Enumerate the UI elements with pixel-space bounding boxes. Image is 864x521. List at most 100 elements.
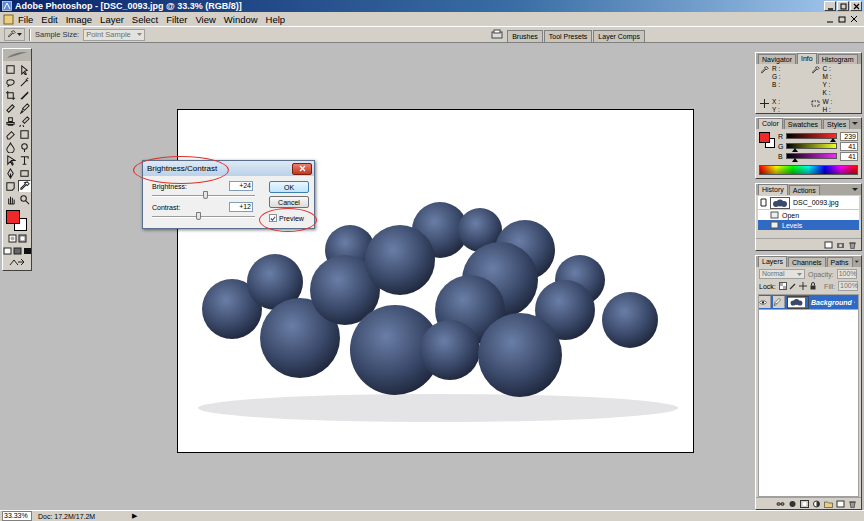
foreground-color-swatch[interactable] (759, 132, 770, 143)
palette-tab[interactable]: Actions (789, 185, 820, 195)
doc-restore-icon[interactable] (838, 15, 847, 24)
blend-mode-select[interactable]: Normal (759, 269, 805, 279)
sample-size-select[interactable]: Point Sample (83, 29, 145, 41)
palette-well-tab[interactable]: Layer Comps (593, 30, 645, 42)
dialog-button[interactable]: Cancel (269, 196, 309, 208)
palette-tab[interactable]: Channels (788, 257, 826, 267)
palette-well-tab[interactable]: Tool Presets (544, 30, 593, 42)
layer-mask-icon[interactable] (800, 500, 809, 508)
palette-well-tab[interactable]: Brushes (507, 30, 543, 42)
trash-icon[interactable] (848, 241, 857, 249)
history-source-icon[interactable] (760, 198, 767, 207)
camera-icon[interactable] (836, 241, 845, 249)
menu-item[interactable]: Image (62, 14, 96, 25)
channel-value[interactable]: 41 (840, 142, 858, 151)
palette-tab[interactable]: Histogram (818, 54, 858, 64)
opacity-input[interactable]: 100% (837, 269, 857, 279)
channel-value[interactable]: 41 (840, 152, 858, 161)
tool-button[interactable] (4, 63, 17, 75)
folder-icon[interactable] (824, 500, 833, 508)
fill-input[interactable]: 100% (838, 281, 858, 291)
palette-menu-icon[interactable] (851, 120, 859, 128)
checkbox[interactable] (269, 214, 277, 222)
palette-tab[interactable]: Styles (823, 119, 850, 129)
color-ramp[interactable] (759, 165, 858, 175)
layer-style-icon[interactable] (788, 500, 797, 508)
history-snapshot[interactable]: DSC_0093.jpg (758, 196, 859, 210)
doc-minimize-icon[interactable] (826, 15, 835, 24)
layer-row[interactable]: Background (759, 295, 858, 310)
doc-close-icon[interactable] (850, 15, 859, 24)
lock-transparency-icon[interactable] (779, 282, 787, 290)
screen-mode-button[interactable] (23, 245, 32, 255)
palette-tab[interactable]: Navigator (758, 54, 796, 64)
history-state[interactable]: Open (758, 210, 859, 220)
jump-to-imageready-button[interactable] (7, 257, 27, 267)
palette-menu-icon[interactable] (859, 55, 860, 63)
channel-slider[interactable] (786, 143, 837, 149)
slider[interactable] (152, 191, 255, 200)
layer-link-cell[interactable] (773, 296, 785, 308)
new-document-icon[interactable] (824, 241, 833, 249)
link-icon[interactable] (776, 500, 785, 508)
tool-button[interactable] (4, 167, 17, 179)
tool-button[interactable] (4, 76, 17, 88)
tool-button[interactable] (18, 63, 31, 75)
slider-thumb[interactable] (792, 148, 798, 152)
screen-mode-button[interactable] (3, 245, 12, 255)
slider-thumb[interactable] (196, 212, 201, 220)
tool-button[interactable] (18, 167, 31, 179)
menu-item[interactable]: Layer (96, 14, 128, 25)
tool-button[interactable] (18, 128, 31, 140)
menu-item[interactable]: Edit (37, 14, 61, 25)
document-icon[interactable] (3, 14, 14, 25)
tool-button[interactable] (18, 89, 31, 101)
value-input[interactable]: +12 (229, 202, 253, 212)
tool-button[interactable] (4, 154, 17, 166)
quick-mask-button[interactable] (18, 233, 27, 243)
visibility-toggle[interactable] (759, 296, 771, 308)
dialog-close-button[interactable] (292, 163, 312, 175)
foreground-color-swatch[interactable] (6, 210, 20, 224)
menu-item[interactable]: Select (128, 14, 162, 25)
slider-thumb[interactable] (792, 158, 798, 162)
channel-value[interactable]: 239 (840, 132, 858, 141)
tool-button[interactable] (4, 141, 17, 153)
menu-item[interactable]: Window (220, 14, 262, 25)
tool-button[interactable] (18, 180, 31, 192)
dialog-button[interactable]: OK (269, 181, 309, 193)
tool-button[interactable] (18, 154, 31, 166)
tool-button[interactable] (4, 128, 17, 140)
slider-thumb[interactable] (203, 191, 208, 199)
channel-slider[interactable] (786, 153, 837, 159)
menu-item[interactable]: File (14, 14, 37, 25)
tool-button[interactable] (4, 193, 17, 205)
toolbox-header[interactable] (3, 49, 31, 61)
file-browser-icon[interactable] (491, 29, 503, 40)
minimize-button[interactable] (824, 1, 836, 11)
screen-mode-button[interactable] (13, 245, 22, 255)
tool-button[interactable] (18, 102, 31, 114)
tool-button[interactable] (4, 89, 17, 101)
palette-tab[interactable]: Layers (758, 256, 787, 267)
palette-tab[interactable]: History (758, 184, 788, 195)
palette-menu-icon[interactable] (854, 258, 860, 266)
palette-tab[interactable]: Swatches (784, 119, 822, 129)
dialog-title-bar[interactable]: Brightness/Contrast (143, 161, 314, 176)
lock-position-icon[interactable] (799, 282, 807, 290)
trash-icon[interactable] (848, 500, 857, 508)
lock-pixels-icon[interactable] (789, 282, 797, 290)
palette-tab[interactable]: Info (797, 53, 817, 64)
standard-mode-button[interactable] (8, 233, 17, 243)
preview-checkbox[interactable]: Preview (269, 214, 309, 222)
palette-tab[interactable]: Paths (827, 257, 853, 267)
adjustment-layer-icon[interactable] (812, 500, 821, 508)
tool-button[interactable] (18, 76, 31, 88)
slider-thumb[interactable] (830, 138, 836, 142)
lock-all-icon[interactable] (809, 282, 817, 290)
tool-button[interactable] (4, 180, 17, 192)
tool-preset-picker[interactable] (4, 28, 25, 41)
tool-button[interactable] (18, 141, 31, 153)
menu-item[interactable]: View (191, 14, 219, 25)
value-input[interactable]: +24 (229, 181, 253, 191)
